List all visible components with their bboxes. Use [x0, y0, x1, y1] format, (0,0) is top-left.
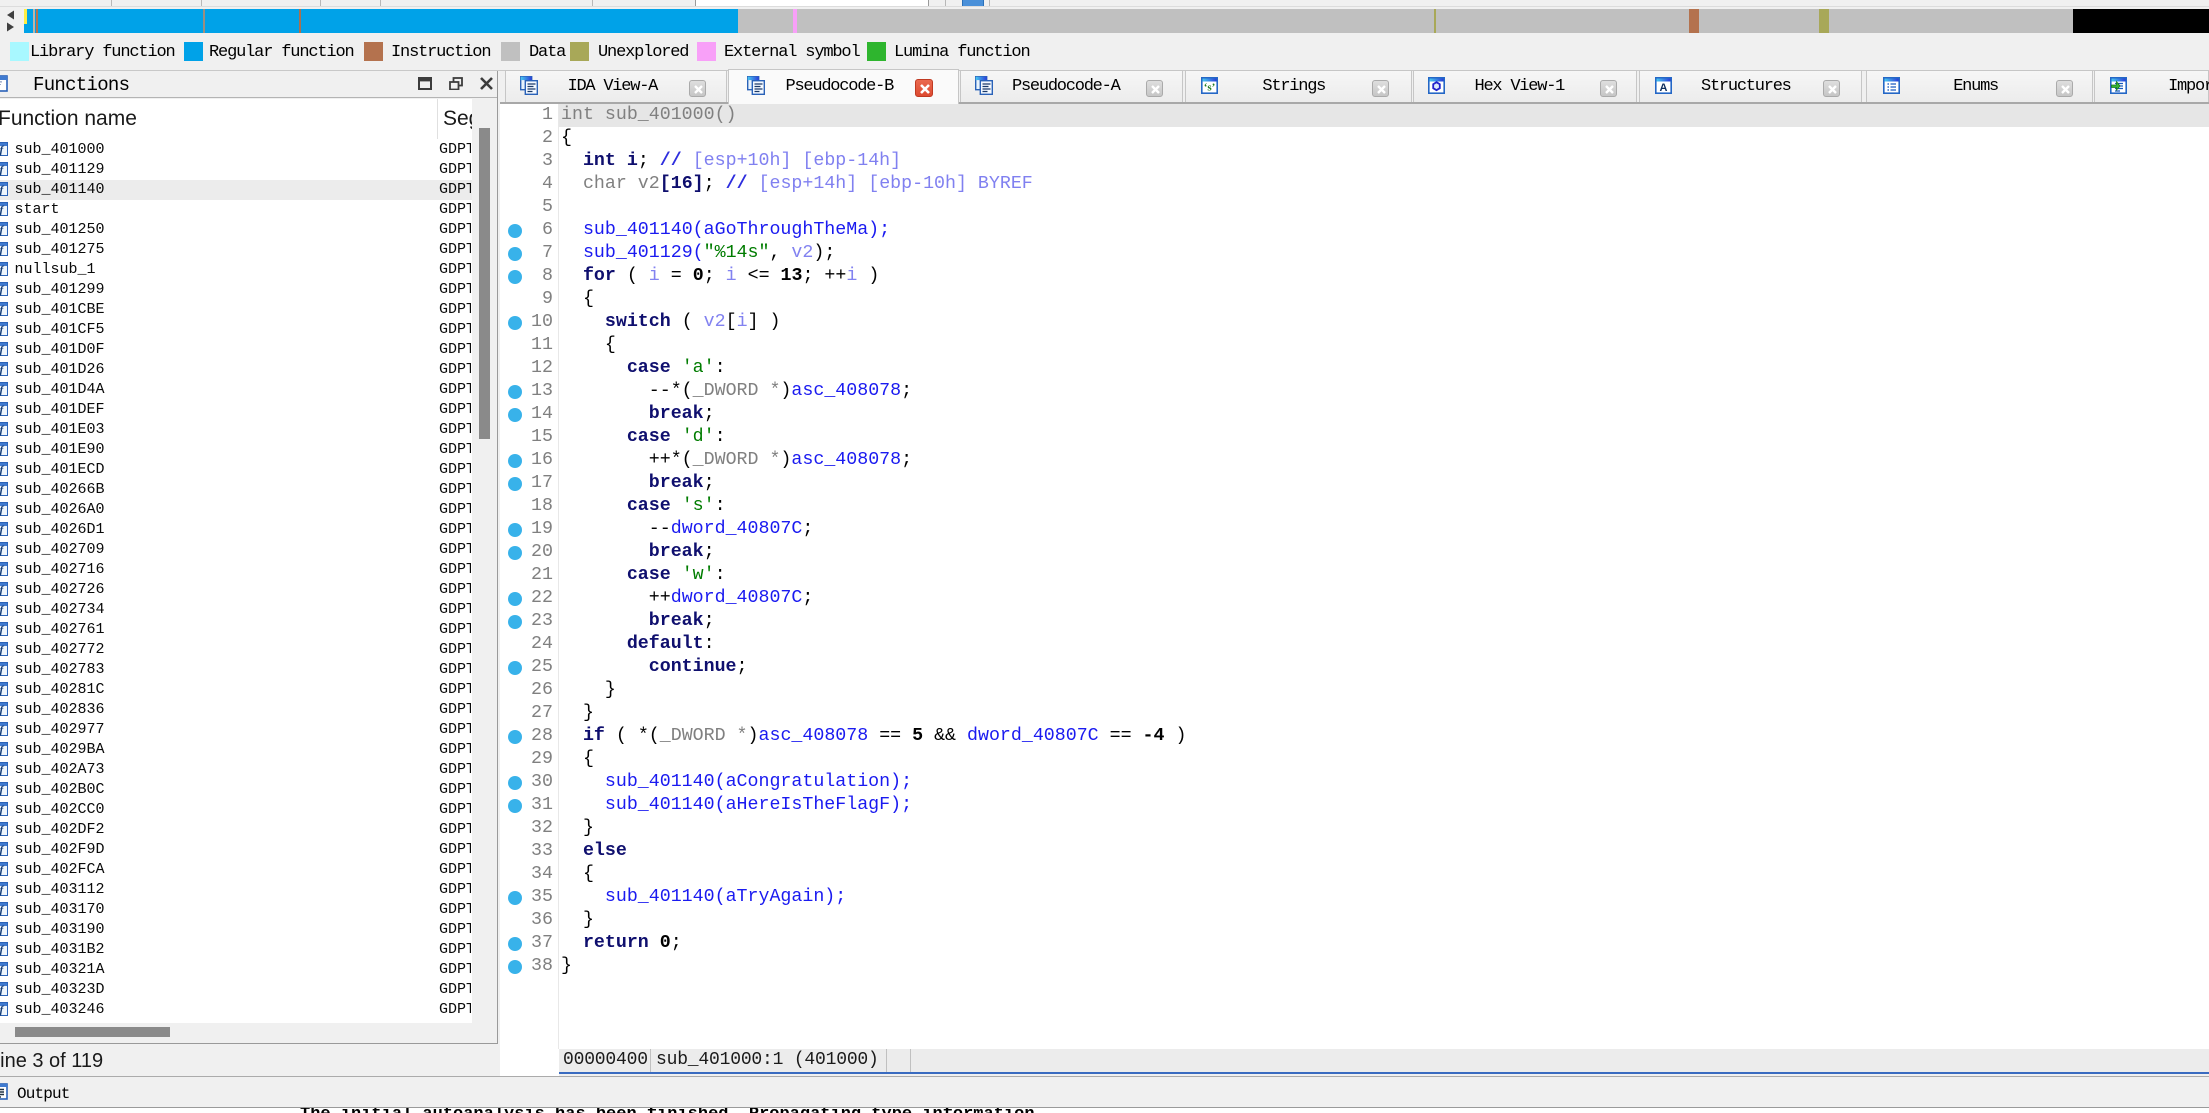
svg-text:A: A — [1660, 82, 1668, 94]
svg-text:‘s’: ‘s’ — [1204, 82, 1216, 94]
